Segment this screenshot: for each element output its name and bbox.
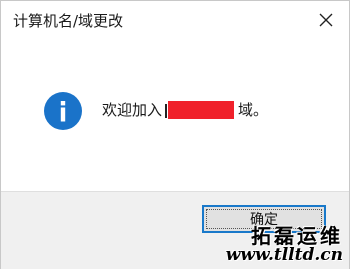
redacted-domain-name [165,100,235,119]
watermark: 拓磊运维 www.tlltd.cn [226,226,343,265]
message-prefix: 欢迎加入 [102,101,163,119]
close-button[interactable] [313,7,339,33]
title-bar: 计算机名/域更改 [1,1,349,39]
watermark-url: www.tlltd.cn [225,245,343,266]
dialog-window: 计算机名/域更改 欢迎加入 域。 确定 拓磊运维 www.tlltd.cn [0,0,350,269]
message-suffix: 域。 [238,101,269,119]
message-text: 欢迎加入 域。 [102,99,268,120]
watermark-brand: 拓磊运维 [251,224,343,249]
close-icon [319,13,333,27]
window-title: 计算机名/域更改 [13,12,124,30]
button-bar: 确定 拓磊运维 www.tlltd.cn [1,191,349,269]
info-icon [43,91,83,131]
dialog-content: 欢迎加入 域。 [1,39,349,191]
